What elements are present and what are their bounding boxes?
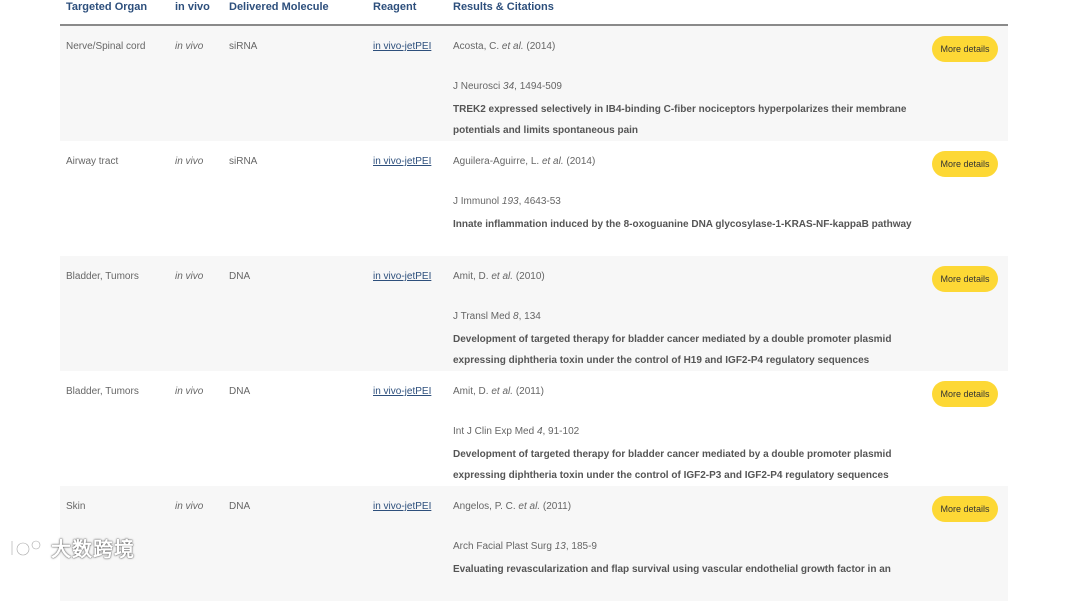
results-cell: Angelos, P. C. et al. (2011) Arch Facial…	[453, 501, 923, 580]
organ-cell: Nerve/Spinal cord	[66, 41, 146, 52]
organ-cell: Skin	[66, 501, 86, 512]
molecule-cell: DNA	[229, 271, 251, 282]
in-vivo-cell: in vivo	[175, 501, 204, 512]
reagent-link[interactable]: in vivo-jetPEI	[373, 41, 431, 52]
results-cell: Acosta, C. et al. (2014) J Neurosci 34, …	[453, 41, 923, 141]
citation-journal: Arch Facial Plast Surg 13, 185-9	[453, 541, 597, 552]
citation-journal: J Immunol 193, 4643-53	[453, 196, 561, 207]
molecule-cell: siRNA	[229, 156, 258, 167]
table-row: Bladder, Tumors in vivo DNA in vivo-jetP…	[60, 371, 1008, 486]
reagent-link[interactable]: in vivo-jetPEI	[373, 156, 431, 167]
organ-cell: Bladder, Tumors	[66, 386, 139, 397]
citation-author: Acosta, C. et al. (2014)	[453, 41, 556, 52]
citation-title: TREK2 expressed selectively in IB4-bindi…	[453, 104, 907, 136]
header-targeted-organ: Targeted Organ	[66, 1, 148, 13]
more-details-button[interactable]: More details	[932, 266, 998, 292]
more-details-button[interactable]: More details	[932, 36, 998, 62]
citation-author: Aguilera-Aguirre, L. et al. (2014)	[453, 156, 596, 167]
table-row: Nerve/Spinal cord in vivo siRNA in vivo-…	[60, 26, 1008, 141]
organ-cell: Airway tract	[66, 156, 119, 167]
citation-journal: Int J Clin Exp Med 4, 91-102	[453, 426, 580, 437]
citation-title: Evaluating revascularization and flap su…	[453, 564, 891, 575]
molecule-cell: DNA	[229, 386, 251, 397]
more-details-button[interactable]: More details	[932, 151, 998, 177]
reagent-link[interactable]: in vivo-jetPEI	[373, 386, 431, 397]
header-in-vivo: in vivo	[175, 1, 210, 13]
table-row: Skin in vivo DNA in vivo-jetPEI Angelos,…	[60, 486, 1008, 601]
citation-author: Angelos, P. C. et al. (2011)	[453, 501, 572, 512]
more-details-button[interactable]: More details	[932, 496, 998, 522]
citation-journal: J Transl Med 8, 134	[453, 311, 541, 322]
results-cell: Amit, D. et al. (2010) J Transl Med 8, 1…	[453, 271, 923, 371]
header-reagent: Reagent	[373, 1, 417, 13]
molecule-cell: siRNA	[229, 41, 258, 52]
citation-journal: J Neurosci 34, 1494-509	[453, 81, 562, 92]
citation-title: Development of targeted therapy for blad…	[453, 334, 892, 366]
results-cell: Amit, D. et al. (2011) Int J Clin Exp Me…	[453, 386, 923, 486]
results-cell: Aguilera-Aguirre, L. et al. (2014) J Imm…	[453, 156, 923, 235]
table-row: Airway tract in vivo siRNA in vivo-jetPE…	[60, 141, 1008, 256]
molecule-cell: DNA	[229, 501, 251, 512]
in-vivo-cell: in vivo	[175, 41, 204, 52]
table-header: Targeted Organ in vivo Delivered Molecul…	[60, 0, 1008, 26]
header-results-citations: Results & Citations	[453, 1, 554, 13]
header-delivered-molecule: Delivered Molecule	[229, 1, 329, 13]
table-row: Bladder, Tumors in vivo DNA in vivo-jetP…	[60, 256, 1008, 371]
citation-title: Development of targeted therapy for blad…	[453, 449, 892, 481]
watermark-logo: 大数跨境	[8, 533, 135, 562]
reagent-link[interactable]: in vivo-jetPEI	[373, 501, 431, 512]
citation-author: Amit, D. et al. (2010)	[453, 271, 545, 282]
citation-title: Innate inflammation induced by the 8-oxo…	[453, 219, 912, 230]
in-vivo-cell: in vivo	[175, 386, 204, 397]
citation-author: Amit, D. et al. (2011)	[453, 386, 544, 397]
organ-cell: Bladder, Tumors	[66, 271, 139, 282]
more-details-button[interactable]: More details	[932, 381, 998, 407]
in-vivo-cell: in vivo	[175, 156, 204, 167]
citations-table: Targeted Organ in vivo Delivered Molecul…	[60, 0, 1008, 601]
reagent-link[interactable]: in vivo-jetPEI	[373, 271, 431, 282]
watermark-text: 大数跨境	[51, 539, 135, 561]
watermark-mark-icon	[10, 539, 42, 556]
in-vivo-cell: in vivo	[175, 271, 204, 282]
